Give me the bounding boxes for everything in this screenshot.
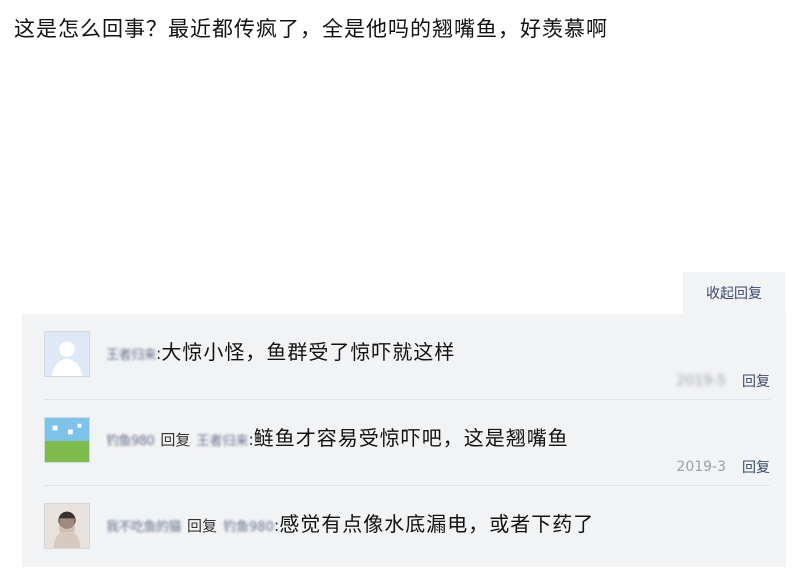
reply-to-label: 回复 — [160, 431, 191, 449]
reply-content-line: 我不吃鱼的猫 回复 钓鱼980 : 感觉有点像水底漏电，或者下药了 — [106, 508, 770, 537]
reply-target-username[interactable]: 王者归来 — [196, 430, 248, 449]
reply-text: 感觉有点像水底漏电，或者下药了 — [279, 512, 595, 536]
reply-username[interactable]: 我不吃鱼的猫 — [106, 516, 182, 535]
landscape-avatar-icon-graphic — [45, 418, 89, 462]
reply-text: 鲢鱼才容易受惊吓吧，这是翘嘴鱼 — [253, 426, 569, 450]
reply-button[interactable]: 回复 — [742, 371, 770, 391]
reply-date: 2019-3 — [676, 459, 726, 475]
reply-to-label: 回复 — [187, 517, 218, 535]
reply-username[interactable]: 王者归来 — [106, 344, 157, 363]
reply-date: 2019-5 — [676, 373, 726, 389]
reply-content-line: 王者归来 : 大惊小怪，鱼群受了惊吓就这样 — [106, 336, 770, 365]
reply-target-username[interactable]: 钓鱼980 — [223, 516, 274, 535]
reply-meta: 2019-3 回复 — [676, 457, 770, 477]
reply-item: 王者归来 : 大惊小怪，鱼群受了惊吓就这样 2019-5 回复 — [44, 314, 770, 400]
default-user-avatar-icon-graphic — [45, 332, 89, 376]
reply-meta: 2019-5 回复 — [676, 371, 770, 391]
default-user-avatar-icon[interactable] — [44, 331, 90, 377]
post-question-text: 这是怎么回事？最近都传疯了，全是他吗的翘嘴鱼，好羡慕啊 — [14, 17, 608, 41]
person-photo-avatar-icon[interactable] — [44, 503, 90, 549]
collapse-replies-button[interactable]: 收起回复 — [683, 272, 785, 314]
replies-panel: 王者归来 : 大惊小怪，鱼群受了惊吓就这样 2019-5 回复 钓鱼980 回复… — [22, 314, 786, 567]
reply-username[interactable]: 钓鱼980 — [106, 430, 155, 449]
person-photo-avatar-icon-graphic — [45, 504, 89, 548]
reply-button[interactable]: 回复 — [742, 457, 770, 477]
landscape-avatar-icon[interactable] — [44, 417, 90, 463]
reply-item: 我不吃鱼的猫 回复 钓鱼980 : 感觉有点像水底漏电，或者下药了 — [44, 486, 770, 572]
reply-text: 大惊小怪，鱼群受了惊吓就这样 — [161, 340, 456, 364]
reply-item: 钓鱼980 回复 王者归来 : 鲢鱼才容易受惊吓吧，这是翘嘴鱼 2019-3 回… — [44, 400, 770, 486]
reply-content-line: 钓鱼980 回复 王者归来 : 鲢鱼才容易受惊吓吧，这是翘嘴鱼 — [106, 422, 770, 451]
